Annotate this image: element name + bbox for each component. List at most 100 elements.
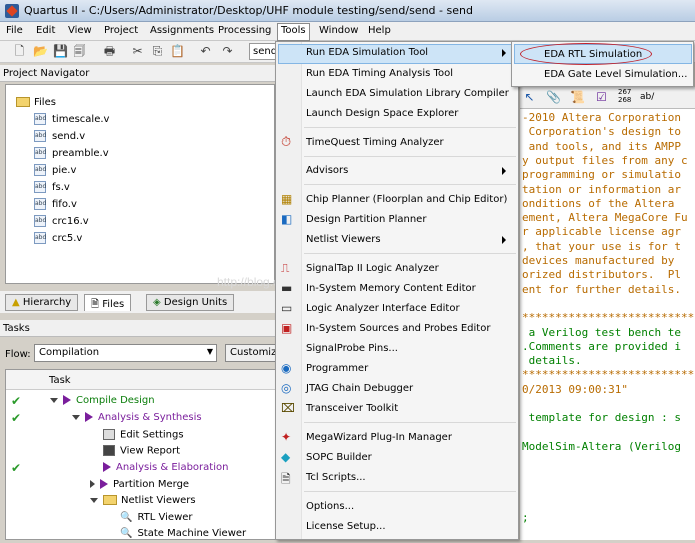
chip-planner-icon: ▦ — [281, 192, 293, 206]
run-icon[interactable] — [103, 462, 111, 472]
files-root-node[interactable]: Files — [16, 97, 56, 108]
new-file-icon[interactable]: 🗋 — [12, 44, 27, 59]
transceiver-icon: ⌧ — [281, 401, 295, 415]
code-line: ************************** — [522, 311, 695, 325]
menu-item-license-setup[interactable]: License Setup... — [306, 521, 386, 532]
menu-item-memory-content-editor[interactable]: In-System Memory Content Editor — [306, 283, 476, 294]
task-row[interactable]: 🔍 RTL Viewer — [6, 511, 279, 527]
collapse-arrow-icon[interactable] — [90, 480, 95, 488]
expand-arrow-icon[interactable] — [72, 414, 80, 420]
menu-item-options[interactable]: Options... — [306, 501, 354, 512]
select-arrow-icon[interactable]: ↖ — [522, 90, 537, 105]
file-item[interactable]: abd preamble.v — [34, 147, 109, 163]
menu-window[interactable]: Window — [319, 25, 358, 36]
task-row[interactable]: View Report — [6, 444, 279, 460]
file-name: send.v — [52, 131, 86, 142]
menu-item-run-eda-timing[interactable]: Run EDA Timing Analysis Tool — [306, 68, 453, 79]
menu-item-run-eda-simulation[interactable]: Run EDA Simulation Tool — [306, 47, 428, 58]
task-label: Netlist Viewers — [121, 495, 196, 506]
task-row[interactable]: Netlist Viewers — [6, 494, 279, 510]
menu-item-jtag-chain-debugger[interactable]: JTAG Chain Debugger — [306, 383, 413, 394]
line-number-icon[interactable]: 267 268 — [618, 88, 632, 104]
file-item[interactable]: abd crc5.v — [34, 232, 82, 248]
menu-project[interactable]: Project — [104, 25, 138, 36]
file-item[interactable]: abd crc16.v — [34, 215, 89, 231]
menu-item-sources-probes[interactable]: In-System Sources and Probes Editor — [306, 323, 490, 334]
menu-item-netlist-viewers[interactable]: Netlist Viewers — [306, 234, 381, 245]
menu-item-design-partition-planner[interactable]: Design Partition Planner — [306, 214, 426, 225]
expand-arrow-icon[interactable] — [50, 397, 58, 403]
code-line: ent for further details. — [522, 282, 681, 296]
sources-probes-icon: ▣ — [281, 321, 293, 335]
project-navigator-tree[interactable]: Files abd timescale.v abd send.v abd preamb… — [5, 84, 275, 284]
bookmark-icon[interactable]: 📎 — [546, 90, 561, 105]
task-label: View Report — [120, 445, 181, 457]
customize-button[interactable]: Customize — [225, 344, 280, 362]
file-item[interactable]: abd pie.v — [34, 164, 76, 180]
tab-files[interactable]: 🗎 Files — [84, 294, 132, 311]
run-icon[interactable] — [63, 395, 71, 405]
file-item[interactable]: abd fs.v — [34, 181, 70, 197]
save-all-icon[interactable]: 🗐 — [72, 44, 87, 59]
menu-item-sopc-builder[interactable]: SOPC Builder — [306, 452, 372, 463]
task-row[interactable]: 🔍 State Machine Viewer — [6, 527, 279, 543]
run-icon[interactable] — [100, 479, 108, 489]
expand-arrow-icon[interactable] — [90, 497, 98, 503]
file-item[interactable]: abd send.v — [34, 130, 85, 146]
run-icon[interactable] — [85, 412, 93, 422]
menu-help[interactable]: Help — [368, 25, 391, 36]
menu-file[interactable]: File — [6, 25, 23, 36]
megawizard-icon: ✦ — [281, 430, 292, 444]
project-navigator-title: Project Navigator — [3, 68, 90, 79]
scroll-icon[interactable]: 📜 — [570, 90, 585, 105]
menu-item-programmer[interactable]: Programmer — [306, 363, 368, 374]
menu-item-megawizard[interactable]: MegaWizard Plug-In Manager — [306, 432, 452, 443]
submenu-item-eda-rtl-simulation[interactable]: EDA RTL Simulation — [544, 49, 642, 60]
menu-processing[interactable]: Processing — [218, 25, 271, 36]
menu-tools[interactable]: Tools — [281, 25, 306, 36]
check-box-icon[interactable]: ☑ — [594, 90, 609, 105]
code-line: onditions of the Altera — [522, 196, 681, 210]
task-row[interactable]: Partition Merge — [6, 478, 279, 494]
undo-icon[interactable]: ↶ — [198, 44, 213, 59]
code-line: Corporation's design to — [522, 125, 681, 139]
editor-toolbar: ↖ 📎 📜 ☑ 267 268 ab/ — [520, 87, 695, 109]
open-folder-icon[interactable]: 📂 — [33, 44, 48, 59]
paste-icon[interactable]: 📋 — [170, 44, 185, 59]
menu-item-signaltap[interactable]: SignalTap II Logic Analyzer — [306, 263, 439, 274]
word-wrap-icon[interactable]: ab/ — [640, 92, 654, 102]
task-row[interactable]: ✔ Analysis & Synthesis — [6, 411, 279, 427]
menu-edit[interactable]: Edit — [36, 25, 55, 36]
flow-select[interactable]: Compilation — [34, 344, 217, 362]
menu-assignments[interactable]: Assignments — [150, 25, 214, 36]
menu-item-launch-sim-lib-compiler[interactable]: Launch EDA Simulation Library Compiler — [306, 88, 509, 99]
task-column-header: Task — [6, 370, 279, 390]
menu-separator — [304, 422, 516, 423]
menu-item-signalprobe-pins[interactable]: SignalProbe Pins... — [306, 343, 398, 354]
save-icon[interactable]: 💾 — [53, 44, 68, 59]
menu-item-timequest[interactable]: TimeQuest Timing Analyzer — [306, 137, 444, 148]
tab-hierarchy[interactable]: ▲ Hierarchy — [5, 294, 79, 311]
text-editor[interactable]: -2010 Altera Corporation Corporation's d… — [520, 91, 695, 540]
file-item[interactable]: abd timescale.v — [34, 113, 109, 129]
file-item[interactable]: abd fifo.v — [34, 198, 77, 214]
menu-item-launch-dse[interactable]: Launch Design Space Explorer — [306, 108, 458, 119]
menu-item-chip-planner[interactable]: Chip Planner (Floorplan and Chip Editor) — [306, 194, 507, 205]
top-level-entity-field[interactable]: send — [249, 43, 277, 60]
menu-item-tcl-scripts[interactable]: Tcl Scripts... — [306, 472, 366, 483]
menu-item-advisors[interactable]: Advisors — [306, 165, 348, 176]
code-line: a Verilog test bench te — [522, 325, 681, 339]
menu-item-transceiver-toolkit[interactable]: Transceiver Toolkit — [306, 403, 398, 414]
print-icon[interactable]: 🖶 — [102, 44, 117, 59]
cut-icon[interactable]: ✂ — [130, 44, 145, 59]
copy-icon[interactable]: ⎘ — [150, 44, 165, 59]
menu-item-logic-analyzer-interface[interactable]: Logic Analyzer Interface Editor — [306, 303, 460, 314]
redo-icon[interactable]: ↷ — [220, 44, 235, 59]
task-row[interactable]: ✔ Analysis & Elaboration — [6, 461, 279, 477]
verilog-file-icon: abd — [34, 147, 46, 159]
menu-view[interactable]: View — [68, 25, 92, 36]
submenu-item-eda-gate-level-simulation[interactable]: EDA Gate Level Simulation... — [544, 69, 687, 80]
tab-design-units[interactable]: ◈ Design Units — [146, 294, 235, 311]
task-row[interactable]: Edit Settings — [6, 428, 279, 444]
task-row[interactable]: ✔ Compile Design — [6, 394, 279, 410]
